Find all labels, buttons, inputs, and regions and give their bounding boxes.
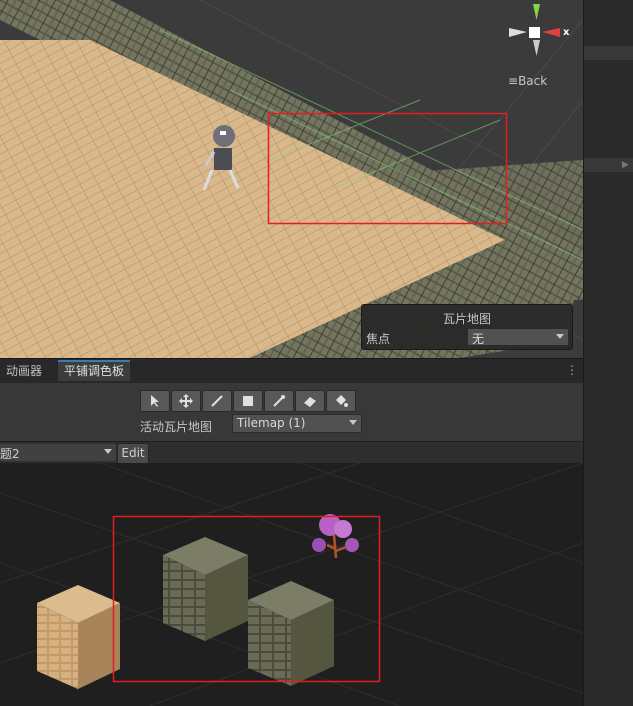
neg-x-cone[interactable] — [509, 28, 527, 37]
focus-value: 无 — [472, 332, 485, 346]
rectangle-icon — [243, 396, 253, 406]
scene-view[interactable]: x ≡Back 瓦片地图 焦点 无 — [0, 0, 583, 358]
brush-icon — [211, 395, 223, 407]
tilemap-overlay-panel: 瓦片地图 焦点 无 — [361, 304, 573, 350]
y-axis-cone[interactable] — [533, 4, 540, 20]
x-axis-cone[interactable] — [542, 28, 560, 37]
tab-label: 动画器 — [6, 364, 43, 378]
pick-tool-button[interactable] — [264, 390, 294, 412]
tab-tile-palette[interactable]: 平铺调色板 — [58, 360, 131, 381]
move-icon — [179, 394, 193, 408]
select-tool-button[interactable] — [140, 390, 170, 412]
inspector-strip: ▶ — [583, 0, 633, 706]
active-tilemap-label: 活动瓦片地图 — [140, 420, 213, 434]
arrow-icon — [151, 395, 159, 407]
fill-tool-button[interactable] — [326, 390, 356, 412]
stone-brick-tile[interactable] — [248, 581, 334, 686]
panel-tabbar: 动画器 平铺调色板 ⋮ — [0, 358, 583, 384]
erase-tool-button[interactable] — [295, 390, 325, 412]
stone-brick-tile[interactable] — [163, 537, 248, 641]
chevron-down-icon — [349, 420, 357, 425]
bucket-icon — [336, 395, 348, 407]
palette-dropdown[interactable]: 题2 — [0, 444, 116, 461]
chevron-down-icon — [104, 449, 112, 454]
tilemap-overlay-title: 瓦片地图 — [442, 312, 491, 326]
palette-name: 题2 — [0, 447, 20, 461]
tab-label: 平铺调色板 — [64, 364, 125, 378]
expand-arrow-icon[interactable]: ▶ — [622, 160, 629, 170]
x-axis-label: x — [563, 27, 570, 38]
kebab-menu-icon[interactable]: ⋮ — [566, 363, 578, 377]
palette-canvas[interactable] — [0, 463, 583, 706]
active-tilemap-dropdown[interactable]: Tilemap (1) — [232, 414, 362, 433]
edit-palette-button[interactable]: Edit — [117, 443, 149, 464]
paint-tool-button[interactable] — [202, 390, 232, 412]
sand-brick-tile[interactable] — [37, 585, 120, 689]
inspector-band — [584, 46, 633, 60]
focus-label: 焦点 — [366, 332, 391, 346]
palette-grid-view[interactable] — [0, 463, 583, 706]
neg-y-cone[interactable] — [533, 40, 540, 56]
center-cube[interactable] — [529, 27, 540, 38]
menu-lines-icon: ≡ — [508, 74, 519, 88]
view-back-label: Back — [518, 74, 548, 88]
focus-dropdown[interactable]: 无 — [467, 328, 569, 346]
eraser-icon — [304, 397, 316, 407]
box-fill-tool-button[interactable] — [233, 390, 263, 412]
tile-palette-toolbar: 活动瓦片地图 Tilemap (1) 题2 Edit — [0, 383, 583, 464]
view-back-button[interactable]: ≡Back — [508, 74, 547, 88]
eyedropper-icon — [273, 395, 285, 407]
tab-animator[interactable]: 动画器 — [0, 362, 48, 381]
chevron-down-icon — [556, 334, 564, 339]
palette-selector-row: 题2 Edit — [0, 441, 583, 464]
move-tool-button[interactable] — [171, 390, 201, 412]
active-tilemap-value: Tilemap (1) — [237, 416, 306, 430]
flower-tile[interactable] — [312, 514, 359, 559]
